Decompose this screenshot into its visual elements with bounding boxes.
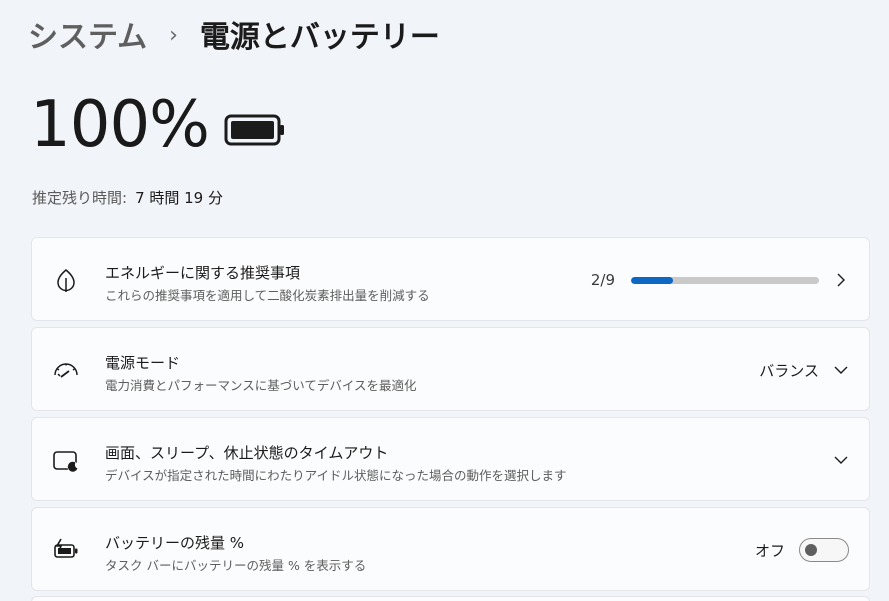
chevron-down-icon	[834, 366, 848, 374]
breadcrumb-system-link[interactable]: システム	[28, 12, 147, 56]
remaining-time: 推定残り時間: 7 時間 19 分	[32, 187, 223, 208]
toggle-state-label: オフ	[754, 541, 785, 560]
power-mode-dropdown[interactable]: バランス	[759, 328, 849, 412]
progress-count: 2/9	[590, 271, 615, 289]
speedometer-icon	[54, 363, 78, 378]
battery-percentage-desc: タスク バーにバッテリーの残量 % を表示する	[105, 558, 367, 573]
energy-recommendations-title: エネルギーに関する推奨事項	[105, 264, 301, 282]
progress-bar-fill	[631, 276, 673, 284]
chevron-right-icon	[837, 273, 845, 287]
chevron-right-icon: ›	[169, 22, 178, 48]
progress-bar	[631, 276, 819, 284]
battery-icon	[224, 114, 284, 146]
screen-sleep-icon	[53, 451, 79, 473]
screen-sleep-card[interactable]: 画面、スリープ、休止状態のタイムアウト デバイスが指定された時間にわたりアイドル…	[31, 417, 870, 501]
screen-sleep-title: 画面、スリープ、休止状態のタイムアウト	[105, 444, 389, 462]
screen-sleep-desc: デバイスが指定された時間にわたりアイドル状態になった場合の動作を選択します	[105, 468, 567, 483]
page-title: 電源とバッテリー	[199, 20, 440, 55]
battery-percentage-toggle[interactable]	[799, 538, 849, 562]
energy-recommendations-card[interactable]: エネルギーに関する推奨事項 これらの推奨事項を適用して二酸化炭素排出量を削減する…	[31, 237, 870, 321]
battery-percentage: 100%	[30, 88, 210, 162]
power-mode-value: バランス	[759, 361, 819, 380]
breadcrumb: システム › 電源とバッテリー	[28, 12, 440, 56]
remaining-time-label: 推定残り時間:	[32, 189, 128, 207]
power-mode-card[interactable]: 電源モード 電力消費とパフォーマンスに基づいてデバイスを最適化 バランス	[31, 327, 870, 411]
chevron-down-icon[interactable]	[833, 452, 849, 468]
next-card-edge	[31, 596, 870, 601]
remaining-time-value: 7 時間 19 分	[135, 189, 223, 207]
battery-percentage-card: バッテリーの残量 % タスク バーにバッテリーの残量 % を表示する オフ	[31, 507, 870, 591]
energy-recommendations-desc: これらの推奨事項を適用して二酸化炭素排出量を削減する	[105, 288, 430, 303]
battery-charging-icon	[54, 538, 78, 558]
power-mode-title: 電源モード	[105, 354, 181, 372]
leaf-icon	[57, 269, 75, 292]
toggle-knob	[805, 544, 817, 556]
battery-percentage-title: バッテリーの残量 %	[105, 534, 245, 552]
power-mode-desc: 電力消費とパフォーマンスに基づいてデバイスを最適化	[105, 378, 417, 393]
